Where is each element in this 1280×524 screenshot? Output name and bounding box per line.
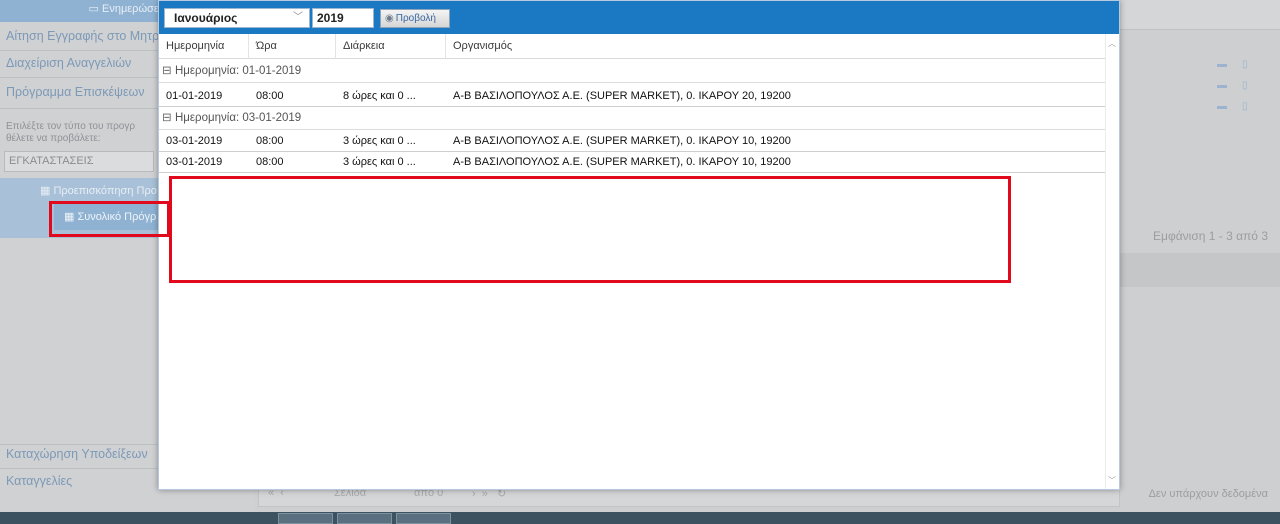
background-row: ▬ ▯: [1120, 56, 1280, 76]
highlight-empty-area: [169, 176, 1011, 283]
collapse-icon[interactable]: ⊟: [162, 60, 172, 83]
print-icon[interactable]: ▬: [1217, 60, 1227, 70]
month-select[interactable]: Ιανουάριος ﹀: [164, 8, 310, 28]
schedule-type-hint-2: θέλετε να προβάλετε:: [6, 133, 101, 144]
grid-header: Ημερομηνία Ώρα Διάρκεια Οργανισμός: [159, 34, 1105, 59]
column-header-duration[interactable]: Διάρκεια: [336, 34, 446, 59]
cell-organization: Α-Β ΒΑΣΙΛΟΠΟΥΛΟΣ Α.Ε. (SUPER MARKET), 0.…: [453, 90, 791, 102]
year-input[interactable]: 2019: [312, 8, 374, 28]
table-row[interactable]: 03-01-2019 08:00 3 ώρες και 0 ... Α-Β ΒΑ…: [159, 131, 1105, 152]
sidebar-link-complaints[interactable]: Καταγγελίες: [6, 474, 72, 488]
sidebar-link-schedule[interactable]: Πρόγραμμα Επισκέψεων: [6, 85, 145, 99]
cell-time: 08:00: [256, 135, 284, 147]
background-row: ▬ ▯: [1120, 98, 1280, 118]
column-header-time[interactable]: Ώρα: [249, 34, 336, 59]
document-icon[interactable]: ▯: [1242, 102, 1252, 112]
background-row: ▬ ▯: [1120, 77, 1280, 97]
view-button[interactable]: ◉ Προβολή: [380, 9, 450, 28]
print-icon[interactable]: ▬: [1217, 102, 1227, 112]
calendar-icon: ▦: [40, 185, 54, 197]
taskbar-item[interactable]: [337, 513, 392, 524]
cell-time: 08:00: [256, 90, 284, 102]
highlight-summary-button: [49, 201, 170, 237]
cell-organization: Α-Β ΒΑΣΙΛΟΠΟΥΛΟΣ Α.Ε. (SUPER MARKET), 0.…: [453, 135, 791, 147]
cell-date: 01-01-2019: [166, 90, 223, 102]
sidebar-link-registration[interactable]: Αίτηση Εγγραφής στο Μητρ: [6, 29, 159, 43]
scroll-up-icon[interactable]: ︿: [1108, 38, 1116, 49]
records-count: Εμφάνιση 1 - 3 από 3: [1153, 229, 1268, 243]
sidebar-link-indications[interactable]: Καταχώρηση Υποδείξεων: [6, 447, 148, 461]
info-icon: ▭: [88, 3, 102, 15]
preview-schedule-button[interactable]: ▦ Προεπισκόπηση Προ: [40, 184, 157, 197]
column-header-date[interactable]: Ημερομηνία: [159, 34, 249, 59]
document-icon[interactable]: ▯: [1242, 81, 1252, 91]
vertical-scrollbar[interactable]: ︿ ﹀: [1105, 34, 1119, 489]
cell-date: 03-01-2019: [166, 156, 223, 168]
sidebar-link-announcements[interactable]: Διαχείριση Αναγγελιών: [6, 56, 131, 70]
document-icon[interactable]: ▯: [1242, 60, 1252, 70]
background-band: [1120, 253, 1280, 287]
scroll-down-icon[interactable]: ﹀: [1108, 475, 1116, 486]
group-row[interactable]: ⊟ Ημερομηνία: 03-01-2019: [159, 107, 1105, 130]
modal-toolbar: Ιανουάριος ﹀ 2019 ◉ Προβολή: [159, 1, 1119, 34]
eye-icon: ◉: [385, 13, 394, 24]
group-row[interactable]: ⊟ Ημερομηνία: 01-01-2019: [159, 60, 1105, 83]
no-data-text: Δεν υπάρχουν δεδομένα: [1148, 488, 1268, 500]
taskbar: [0, 512, 1280, 524]
taskbar-item[interactable]: [396, 513, 451, 524]
chevron-down-icon: ﹀: [293, 12, 303, 23]
cell-date: 03-01-2019: [166, 135, 223, 147]
cell-duration: 8 ώρες και 0 ...: [343, 90, 416, 102]
column-header-organization[interactable]: Οργανισμός: [446, 34, 1105, 59]
table-row[interactable]: 01-01-2019 08:00 8 ώρες και 0 ... Α-Β ΒΑ…: [159, 86, 1105, 107]
taskbar-item[interactable]: [278, 513, 333, 524]
table-row[interactable]: 03-01-2019 08:00 3 ώρες και 0 ... Α-Β ΒΑ…: [159, 152, 1105, 173]
cell-duration: 3 ώρες και 0 ...: [343, 156, 416, 168]
collapse-icon[interactable]: ⊟: [162, 107, 172, 130]
schedule-type-select[interactable]: ΕΓΚΑΤΑΣΤΑΣΕΙΣ: [4, 151, 154, 172]
cell-duration: 3 ώρες και 0 ...: [343, 135, 416, 147]
schedule-type-hint: Επιλέξτε τον τύπο του προγρ: [6, 121, 136, 132]
background-grid-header: [1120, 0, 1280, 30]
cell-time: 08:00: [256, 156, 284, 168]
cell-organization: Α-Β ΒΑΣΙΛΟΠΟΥΛΟΣ Α.Ε. (SUPER MARKET), 0.…: [453, 156, 791, 168]
print-icon[interactable]: ▬: [1217, 81, 1227, 91]
